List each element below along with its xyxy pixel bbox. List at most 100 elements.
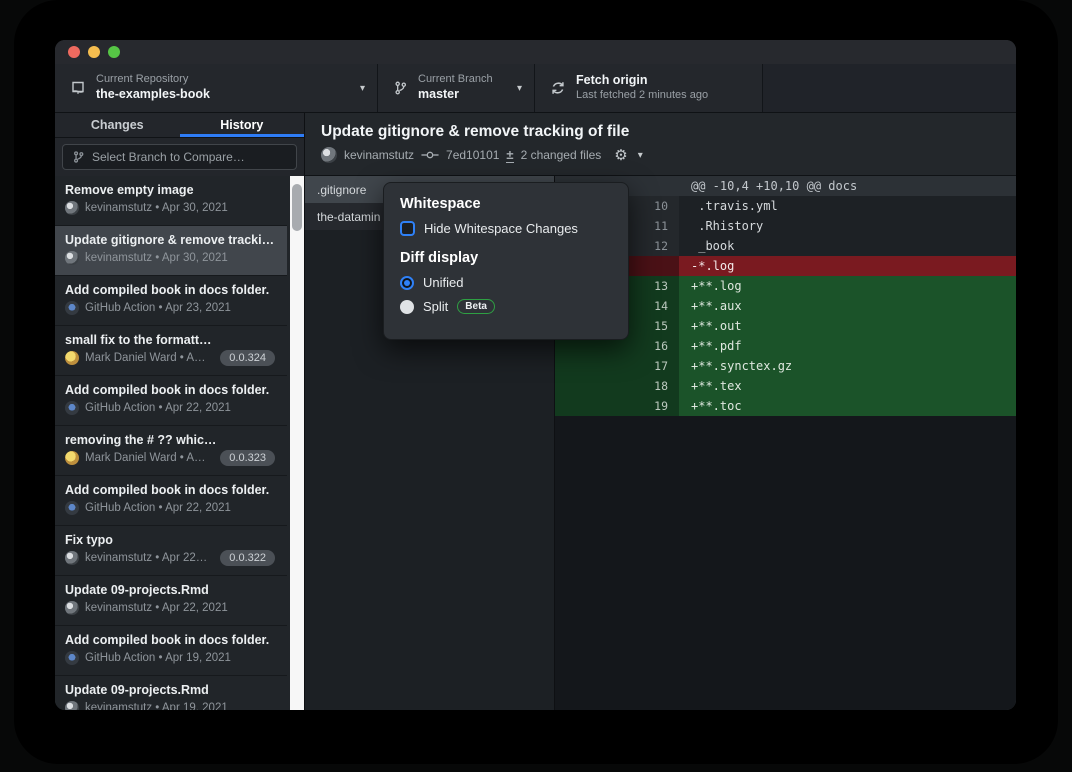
sidebar: Changes History Select Branch to Compare…	[55, 113, 305, 710]
diff-line-text: +**.log	[679, 276, 1016, 296]
avatar	[65, 401, 79, 415]
scrollbar-track[interactable]	[290, 176, 304, 710]
scrollbar-thumb[interactable]	[292, 184, 302, 231]
diff-line-text: .Rhistory	[679, 216, 1016, 236]
diff-line-added: 19+**.toc	[555, 396, 1016, 416]
avatar	[65, 601, 79, 615]
commit-item-title: Add compiled book in docs folder.	[65, 383, 277, 397]
file-name: the-datamin	[317, 210, 380, 224]
new-line-number: 17	[617, 356, 679, 376]
commit-item-meta: kevinamstutz • Apr 30, 2021	[65, 201, 277, 215]
commit-list-item[interactable]: removing the # ?? whic…Mark Daniel Ward …	[55, 426, 287, 476]
current-repository-button[interactable]: Current Repository the-examples-book ▾	[55, 64, 378, 112]
close-button[interactable]	[68, 46, 80, 58]
commit-item-author-date: kevinamstutz • Apr 30, 2021	[85, 252, 228, 264]
hide-whitespace-option[interactable]: Hide Whitespace Changes	[400, 221, 612, 236]
old-line-number	[555, 376, 617, 396]
diff-line-text: @@ -10,4 +10,10 @@ docs	[679, 176, 1016, 196]
diff-options-popover: Whitespace Hide Whitespace Changes Diff …	[383, 182, 629, 340]
branch-icon	[393, 80, 408, 96]
commit-meta: kevinamstutz 7ed10101 ± 2 changed files …	[321, 147, 1000, 163]
diff-line-text: +**.out	[679, 316, 1016, 336]
avatar	[65, 551, 79, 565]
avatar	[321, 147, 337, 163]
fetch-origin-button[interactable]: Fetch origin Last fetched 2 minutes ago	[535, 64, 763, 112]
commit-list-item[interactable]: Update 09-projects.Rmd kevinamstutz • Apr…	[55, 676, 287, 710]
commit-list-item[interactable]: Add compiled book in docs folder.GitHub …	[55, 626, 287, 676]
commit-item-meta: GitHub Action • Apr 22, 2021	[65, 501, 277, 515]
tab-history[interactable]: History	[180, 113, 305, 137]
commit-item-meta: kevinamstutz • Apr 22, 2021	[65, 601, 277, 615]
tab-changes[interactable]: Changes	[55, 113, 180, 137]
main-panel: Update gitignore & remove tracking of fi…	[305, 113, 1016, 710]
diff-line-text: +**.synctex.gz	[679, 356, 1016, 376]
version-badge: 0.0.323	[220, 450, 275, 466]
minimize-button[interactable]	[88, 46, 100, 58]
commit-item-author-date: GitHub Action • Apr 22, 2021	[85, 402, 231, 414]
compare-branch-placeholder: Select Branch to Compare…	[92, 150, 245, 164]
diff-stat-icon: ±	[506, 148, 513, 163]
radio-selected-icon[interactable]	[400, 276, 414, 290]
commit-item-author-date: GitHub Action • Apr 19, 2021	[85, 652, 231, 664]
commit-list-item[interactable]: Add compiled book in docs folder. GitHub …	[55, 476, 287, 526]
avatar	[65, 301, 79, 315]
chevron-down-icon: ▾	[638, 150, 643, 161]
current-repository-value: the-examples-book	[96, 87, 344, 103]
version-badge: 0.0.322	[220, 550, 275, 566]
beta-badge: Beta	[457, 299, 495, 314]
compare-branch-input[interactable]: Select Branch to Compare…	[62, 144, 297, 170]
commit-list-item[interactable]: Add compiled book in docs folder. GitHub …	[55, 376, 287, 426]
split-option[interactable]: Split Beta	[400, 299, 612, 314]
diff-display-heading: Diff display	[400, 250, 612, 266]
github-desktop-window: Current Repository the-examples-book ▾ C…	[55, 40, 1016, 710]
checkbox-icon[interactable]	[400, 221, 415, 236]
avatar	[65, 251, 79, 265]
commit-item-title: small fix to the formatt…	[65, 333, 215, 347]
commit-item-title: Add compiled book in docs folder.	[65, 283, 277, 297]
hide-whitespace-label: Hide Whitespace Changes	[424, 221, 578, 236]
commit-item-title: Add compiled book in docs folder.	[65, 483, 277, 497]
avatar	[65, 201, 79, 215]
radio-unselected-icon[interactable]	[400, 300, 414, 314]
avatar	[65, 351, 79, 365]
commit-list-item[interactable]: Update 09-projects.Rmd kevinamstutz • Apr…	[55, 576, 287, 626]
repo-book-icon	[70, 80, 86, 96]
version-badge: 0.0.324	[220, 350, 275, 366]
commit-item-author-date: Mark Daniel Ward • A…	[85, 352, 206, 364]
content: Changes History Select Branch to Compare…	[55, 113, 1016, 710]
commit-item-author-date: kevinamstutz • Apr 22, 2021	[85, 602, 228, 614]
commit-list-item[interactable]: Fix typokevinamstutz • Apr 22…0.0.322	[55, 526, 287, 576]
toolbar: Current Repository the-examples-book ▾ C…	[55, 64, 1016, 113]
avatar	[65, 651, 79, 665]
chevron-down-icon: ▾	[517, 83, 522, 94]
commit-list-item[interactable]: Update gitignore & remove tracki… kevinam…	[55, 226, 287, 276]
file-name: .gitignore	[317, 183, 366, 197]
commit-list-item[interactable]: Add compiled book in docs folder. GitHub …	[55, 276, 287, 326]
commit-item-title: Update 09-projects.Rmd	[65, 683, 277, 697]
old-line-number	[555, 356, 617, 376]
zoom-button[interactable]	[108, 46, 120, 58]
commit-item-title: Update 09-projects.Rmd	[65, 583, 277, 597]
commit-item-title: Fix typo	[65, 533, 215, 547]
diff-options-button[interactable]: ⚙ ▾	[614, 148, 642, 163]
commit-item-meta: kevinamstutz • Apr 19, 2021	[65, 701, 277, 710]
current-branch-button[interactable]: Current Branch master ▾	[378, 64, 535, 112]
sidebar-tabs: Changes History	[55, 113, 304, 138]
diff-line-added: 18+**.tex	[555, 376, 1016, 396]
commit-item-author-date: GitHub Action • Apr 23, 2021	[85, 302, 231, 314]
diff-line-text: +**.pdf	[679, 336, 1016, 356]
gear-icon: ⚙	[614, 148, 627, 163]
commit-item-title: Update gitignore & remove tracki…	[65, 233, 277, 247]
unified-label: Unified	[423, 275, 463, 290]
commit-list-item[interactable]: small fix to the formatt… Mark Daniel War…	[55, 326, 287, 376]
fetch-origin-status: Last fetched 2 minutes ago	[576, 89, 750, 103]
current-repository-label: Current Repository	[96, 73, 344, 87]
unified-option[interactable]: Unified	[400, 275, 612, 290]
current-branch-value: master	[418, 87, 501, 103]
commit-item-author-date: GitHub Action • Apr 22, 2021	[85, 502, 231, 514]
commit-item-title: removing the # ?? whic…	[65, 433, 215, 447]
commit-list: Remove empty imagekevinamstutz • Apr 30,…	[55, 176, 304, 710]
commit-list-item[interactable]: Remove empty imagekevinamstutz • Apr 30,…	[55, 176, 287, 226]
branch-icon	[72, 150, 85, 164]
compare-branch-container: Select Branch to Compare…	[55, 138, 304, 176]
